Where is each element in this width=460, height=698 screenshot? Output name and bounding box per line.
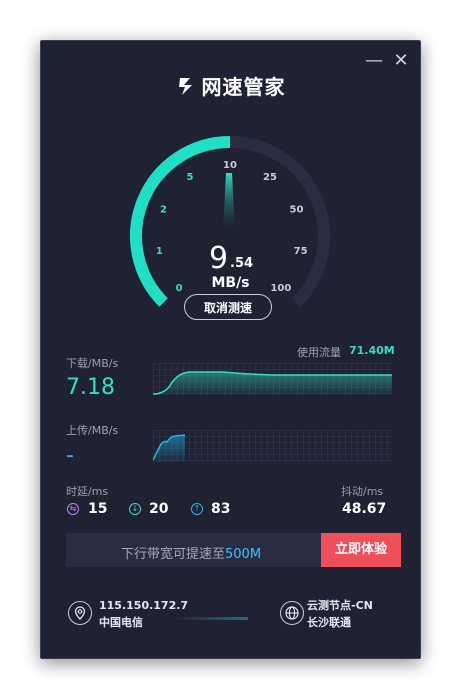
latency-label: 时延/ms [66, 485, 109, 498]
gauge-tick-label: 10 [223, 160, 237, 171]
connection-line [176, 617, 248, 620]
jitter-label: 抖动/ms [341, 485, 384, 498]
cancel-test-button[interactable]: 取消测速 [184, 294, 272, 320]
usage-value: 71.40M [349, 344, 395, 357]
download-label: 下载/MB/s [66, 357, 119, 370]
jitter-value: 48.67 [342, 501, 387, 517]
gauge-tick-label: 75 [294, 246, 308, 257]
ping-icon: ⇆ [67, 503, 79, 515]
location-icon [68, 601, 92, 625]
client-ip: 115.150.172.7 [99, 599, 189, 612]
app-title-text: 网速管家 [201, 75, 286, 99]
upload-latency-value: 83 [211, 501, 231, 517]
usage-label: 使用流量 [297, 346, 341, 359]
ping-value: 15 [88, 501, 108, 517]
upload-value: - [66, 443, 74, 468]
upload-latency-icon: ↑ [191, 503, 203, 515]
minimize-button[interactable]: — [364, 51, 384, 71]
upgrade-banner-text: 下行带宽可提速至500M [121, 543, 261, 562]
upgrade-banner-highlight: 500M [225, 547, 262, 562]
upload-label: 上传/MB/s [66, 424, 119, 437]
speed-unit: MB/s [211, 275, 250, 291]
server-node: 云测节点-CN [307, 599, 373, 612]
app-logo-icon [178, 78, 192, 95]
speed-value-integer: 9 [209, 241, 229, 276]
download-chart-line [153, 371, 392, 395]
speed-gauge: 012510255075100 [130, 136, 330, 307]
client-info: 115.150.172.7 中国电信 [99, 597, 188, 631]
client-isp: 中国电信 [99, 616, 143, 629]
try-now-button[interactable]: 立即体验 [321, 533, 401, 567]
server-info: 云测节点-CN 长沙联通 [307, 597, 373, 631]
gauge-needle [223, 173, 235, 231]
upload-chart-line [153, 434, 186, 462]
download-chart [153, 363, 392, 395]
globe-icon [280, 601, 304, 625]
gauge-tick-label: 50 [290, 204, 304, 215]
gauge-tick-label: 25 [263, 172, 277, 183]
download-latency-icon: ↓ [129, 503, 141, 515]
gauge-tick-label: 1 [156, 246, 163, 257]
speed-test-window: 网速管家 — ✕ 0 1 2 5 10 25 50 75 100 9 .54 MB/s 取消测速… [40, 40, 421, 659]
gauge-tick-label: 5 [187, 172, 194, 183]
upgrade-banner-prefix: 下行带宽可提速至 [121, 547, 226, 562]
upload-chart [153, 430, 392, 462]
gauge-tick-label: 2 [160, 204, 167, 215]
server-isp: 长沙联通 [307, 616, 351, 629]
app-title: 网速管家 [41, 71, 420, 100]
download-latency-value: 20 [149, 501, 169, 517]
speed-value-decimal: .54 [230, 256, 254, 271]
download-value: 7.18 [66, 375, 115, 400]
close-button[interactable]: ✕ [391, 51, 411, 71]
